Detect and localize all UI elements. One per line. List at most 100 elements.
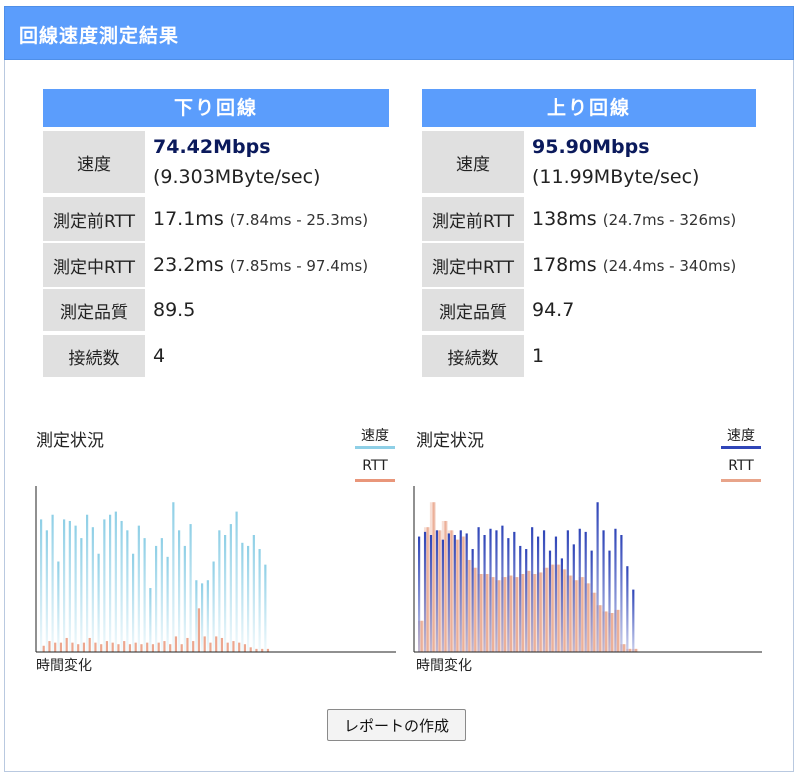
download-rtt-during-value: 23.2ms [153, 254, 224, 276]
upload-speed-bar [566, 530, 569, 652]
upload-speed-bar [602, 530, 605, 652]
download-legend-rtt: RTT [362, 458, 388, 474]
upload-title: 上り回線 [422, 89, 756, 127]
upload-rtt-bar [611, 613, 614, 652]
upload-speed-bar [483, 535, 486, 652]
download-speed-bar [172, 502, 175, 652]
download-speed-bar [206, 580, 209, 652]
download-speed-value: 74.42Mbps [153, 136, 271, 158]
upload-rtt-during-range: (24.4ms - 340ms) [602, 257, 737, 275]
download-quality-row: 測定品質 89.5 [43, 289, 195, 331]
upload-speed-bar [435, 530, 439, 652]
upload-speed-bar [578, 528, 581, 652]
download-panel: 下り回線 [43, 89, 389, 127]
upload-speed-bar [531, 527, 534, 652]
upload-speed-bar [632, 589, 635, 652]
download-legend-speed-swatch [355, 446, 395, 449]
upload-rtt-bar [492, 577, 495, 652]
upload-legend-rtt: RTT [728, 458, 754, 474]
download-speed-bytes: (9.303MByte/sec) [153, 166, 321, 188]
download-rtt-bar [42, 645, 45, 652]
download-rtt-bar [163, 641, 166, 652]
download-rtt-bar [59, 642, 63, 652]
upload-speed-bar [471, 549, 474, 652]
download-rtt-bar [65, 637, 68, 652]
download-speed-bar [51, 514, 54, 652]
upload-speed-value: 95.90Mbps [532, 136, 650, 158]
download-speed-bar [74, 525, 77, 652]
download-speed-bar [137, 525, 140, 652]
download-rtt-bar [180, 644, 183, 652]
download-rtt-bar [71, 642, 74, 652]
upload-speed-bar [542, 530, 546, 652]
upload-rtt-bar [497, 580, 501, 652]
download-rtt-bar [232, 641, 235, 652]
upload-rtt-before-range: (24.7ms - 326ms) [602, 211, 737, 229]
download-rtt-bar [48, 641, 51, 652]
upload-speed-bar [501, 525, 504, 652]
download-rtt-bar [203, 636, 206, 652]
download-speed-row: 速度 74.42Mbps (9.303MByte/sec) [43, 131, 320, 193]
upload-quality-row: 測定品質 94.7 [422, 289, 574, 331]
download-speed-bar [57, 561, 60, 652]
download-rtt-bar [88, 637, 91, 652]
download-speed-bar [120, 520, 123, 652]
upload-rtt-bar [474, 567, 477, 652]
upload-quality-label: 測定品質 [422, 289, 524, 331]
create-report-button[interactable]: レポートの作成 [327, 709, 466, 741]
download-rtt-during-label: 測定中RTT [43, 243, 145, 287]
download-rtt-bar [54, 642, 57, 652]
download-rtt-bar [192, 641, 195, 652]
download-rtt-bar [134, 642, 137, 652]
upload-speed-bar [513, 531, 516, 652]
upload-rtt-bar [581, 577, 584, 652]
upload-speed-bar [525, 549, 528, 652]
download-legend-speed: 速度 [361, 428, 389, 444]
upload-panel: 上り回線 [422, 89, 756, 127]
download-speed-bar [264, 564, 267, 652]
upload-rtt-during-row: 測定中RTT 178ms (24.4ms - 340ms) [422, 243, 736, 287]
download-speed-label: 速度 [43, 131, 145, 193]
download-speed-bar [86, 514, 89, 652]
download-speed-bar [178, 530, 181, 652]
upload-speed-bar [554, 536, 558, 652]
upload-rtt-bar [521, 574, 524, 652]
download-speed-bar [258, 549, 261, 652]
download-rtt-bar [243, 644, 247, 652]
download-rtt-bar [128, 644, 132, 652]
download-rtt-before-row: 測定前RTT 17.1ms (7.84ms - 25.3ms) [43, 197, 368, 241]
download-rtt-bar [117, 644, 120, 652]
download-rtt-bar [140, 644, 143, 652]
upload-rtt-bar [587, 583, 590, 652]
download-rtt-bar [123, 641, 126, 652]
download-rtt-bar [146, 642, 149, 652]
download-rtt-bar [111, 642, 114, 652]
download-speed-bar [241, 542, 244, 652]
download-rtt-bar [157, 642, 160, 652]
download-speed-bar [97, 553, 100, 652]
download-rtt-bar [249, 647, 252, 652]
page-header: 回線速度測定結果 [4, 6, 794, 60]
upload-speed-bar [459, 530, 462, 652]
upload-status-title: 測定状況 [416, 431, 484, 451]
download-speed-bar [195, 580, 198, 652]
download-rtt-bar [105, 641, 109, 652]
download-connections-value: 4 [153, 345, 166, 367]
upload-rtt-bar [444, 520, 447, 652]
download-rtt-before-value: 17.1ms [153, 208, 224, 230]
upload-speed-row: 速度 95.90Mbps (11.99MByte/sec) [422, 131, 699, 193]
download-rtt-bar [151, 644, 155, 652]
upload-rtt-during-value: 178ms [532, 254, 597, 276]
upload-speed-bar [590, 550, 593, 652]
download-quality-label: 測定品質 [43, 289, 145, 331]
upload-speed-bar [626, 566, 629, 652]
upload-speed-bar [614, 528, 617, 652]
download-speed-bar [63, 519, 66, 652]
download-rtt-bar [238, 642, 241, 652]
download-speed-bar [224, 535, 227, 652]
download-speed-bar [155, 545, 158, 652]
download-connections-row: 接続数 4 [43, 335, 165, 377]
upload-speed-bar [596, 502, 599, 652]
download-rtt-before-label: 測定前RTT [43, 197, 145, 241]
download-rtt-bar [100, 644, 103, 652]
